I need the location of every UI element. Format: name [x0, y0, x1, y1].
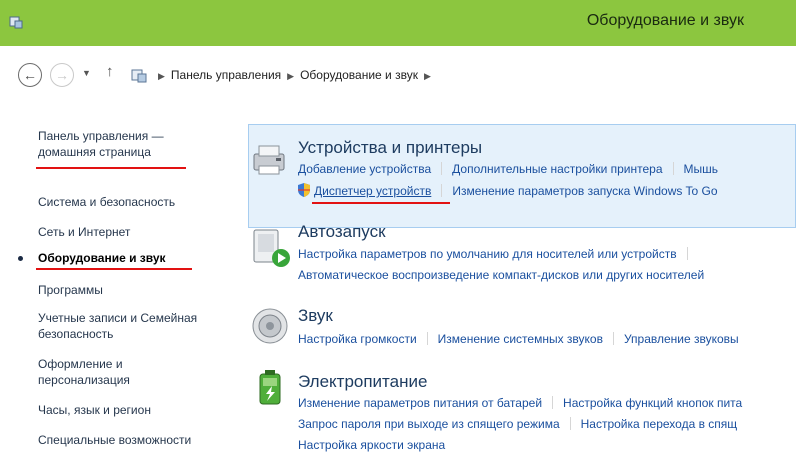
link-autoplay-cd[interactable]: Автоматическое воспроизведение компакт-д… — [298, 268, 704, 282]
breadcrumb-separator-icon: ▶ — [158, 71, 165, 81]
arrow-left-icon: ← — [23, 67, 37, 83]
category-links-autoplay: Настройка параметров по умолчанию для но… — [298, 247, 698, 261]
control-panel-icon — [9, 16, 23, 29]
main-content: Устройства и принтеры Добавление устройс… — [228, 110, 796, 470]
sidebar-item-label: Специальные возможности — [38, 433, 192, 447]
sidebar-item-clock-region[interactable]: Часы, язык и регион — [38, 402, 151, 418]
window-title: Оборудование и звук — [586, 12, 744, 29]
sidebar-item-label: безопасность — [38, 327, 114, 341]
link-system-sounds[interactable]: Изменение системных звуков — [438, 332, 603, 346]
category-title-sound[interactable]: Звук — [298, 306, 333, 326]
link-power-buttons[interactable]: Настройка функций кнопок пита — [563, 396, 742, 410]
sidebar-item-label: персонализация — [38, 373, 130, 387]
link-separator — [426, 332, 428, 345]
category-links-power-2: Запрос пароля при выходе из спящего режи… — [298, 417, 737, 431]
chevron-down-icon: ▼ — [82, 68, 91, 78]
category-links-autoplay-2: Автоматическое воспроизведение компакт-д… — [298, 268, 704, 282]
link-wake-password[interactable]: Запрос пароля при выходе из спящего режи… — [298, 417, 560, 431]
breadcrumb-item-hardware-sound[interactable]: Оборудование и звук — [300, 68, 418, 82]
sidebar-item-label: Панель управления — — [38, 129, 164, 143]
link-separator — [672, 162, 674, 175]
link-separator — [552, 396, 554, 409]
sidebar-item-label: Программы — [38, 283, 103, 297]
title-bar: Оборудование и звук — [0, 0, 796, 46]
category-links-devices-2: Диспетчер устройств Изменение параметров … — [298, 183, 718, 198]
arrow-right-icon: → — [55, 67, 69, 83]
category-links-power-3: Настройка яркости экрана — [298, 438, 445, 452]
sidebar-item-label: Сеть и Интернет — [38, 225, 131, 239]
active-bullet — [18, 256, 23, 261]
category-links-devices: Добавление устройства Дополнительные наст… — [298, 162, 718, 176]
sidebar: Панель управления — домашняя страница Си… — [0, 110, 228, 470]
sidebar-item-label: Система и безопасность — [38, 195, 176, 209]
sidebar-item-label: Оборудование и звук — [38, 251, 166, 265]
link-sound-devices[interactable]: Управление звуковы — [624, 332, 739, 346]
recent-locations-button[interactable]: ▼ — [82, 68, 91, 78]
annotation-underline — [312, 202, 450, 204]
breadcrumb-separator-icon: ▶ — [287, 71, 295, 81]
arrow-up-icon: ↑ — [106, 63, 114, 80]
forward-button[interactable]: → — [50, 63, 74, 87]
sidebar-item-network[interactable]: Сеть и Интернет — [38, 224, 130, 240]
sidebar-item-accounts[interactable]: Учетные записи и Семейная безопасность — [38, 310, 197, 342]
link-separator — [441, 162, 443, 175]
sidebar-item-label: Оформление и — [38, 357, 123, 371]
sidebar-item-hardware-sound[interactable]: Оборудование и звук — [38, 250, 166, 266]
sidebar-item-appearance[interactable]: Оформление и персонализация — [38, 356, 130, 388]
up-button[interactable]: ↑ — [106, 63, 114, 80]
control-panel-icon — [131, 69, 147, 83]
link-autoplay-defaults[interactable]: Настройка параметров по умолчанию для но… — [298, 247, 677, 261]
category-links-sound: Настройка громкости Изменение системных з… — [298, 332, 739, 346]
category-links-power: Изменение параметров питания от батарей Н… — [298, 396, 742, 410]
uac-shield-icon — [298, 183, 310, 197]
autoplay-icon — [253, 229, 290, 267]
sidebar-item-system-security[interactable]: Система и безопасность — [38, 194, 175, 210]
printer-icon — [253, 145, 285, 175]
link-volume[interactable]: Настройка громкости — [298, 332, 417, 346]
sidebar-item-home[interactable]: Панель управления — домашняя страница — [38, 128, 164, 160]
category-title-devices[interactable]: Устройства и принтеры — [298, 138, 482, 158]
link-sleep-settings[interactable]: Настройка перехода в спящ — [581, 417, 738, 431]
address-bar: ← → ▼ ↑ ▶ Панель управления ▶ Оборудование … — [0, 46, 796, 110]
link-device-manager[interactable]: Диспетчер устройств — [314, 184, 431, 198]
breadcrumb-item-control-panel[interactable]: Панель управления — [171, 68, 281, 82]
category-title-power[interactable]: Электропитание — [298, 372, 427, 392]
sidebar-item-programs[interactable]: Программы — [38, 282, 103, 298]
annotation-underline — [36, 268, 192, 270]
link-separator — [612, 332, 614, 345]
sidebar-item-accessibility[interactable]: Специальные возможности — [38, 432, 191, 448]
link-separator — [441, 184, 443, 197]
link-battery-settings[interactable]: Изменение параметров питания от батарей — [298, 396, 542, 410]
back-button[interactable]: ← — [18, 63, 42, 87]
battery-icon — [259, 370, 281, 405]
link-add-device[interactable]: Добавление устройства — [298, 162, 431, 176]
category-title-autoplay[interactable]: Автозапуск — [298, 222, 386, 242]
speaker-icon — [252, 308, 288, 344]
sidebar-item-label: Учетные записи и Семейная — [38, 311, 198, 325]
link-separator — [569, 417, 571, 430]
sidebar-item-label: Часы, язык и регион — [38, 403, 151, 417]
link-screen-brightness[interactable]: Настройка яркости экрана — [298, 438, 445, 452]
breadcrumb-separator-icon: ▶ — [423, 71, 431, 81]
annotation-underline — [36, 167, 186, 169]
link-windows-to-go[interactable]: Изменение параметров запуска Windows To … — [452, 184, 717, 198]
sidebar-item-label: домашняя страница — [38, 145, 151, 159]
link-mouse[interactable]: Мышь — [684, 162, 719, 176]
link-separator — [686, 247, 688, 260]
link-advanced-printer[interactable]: Дополнительные настройки принтера — [452, 162, 662, 176]
breadcrumb: ▶ Панель управления ▶ Оборудование и звук ▶ — [152, 68, 437, 82]
